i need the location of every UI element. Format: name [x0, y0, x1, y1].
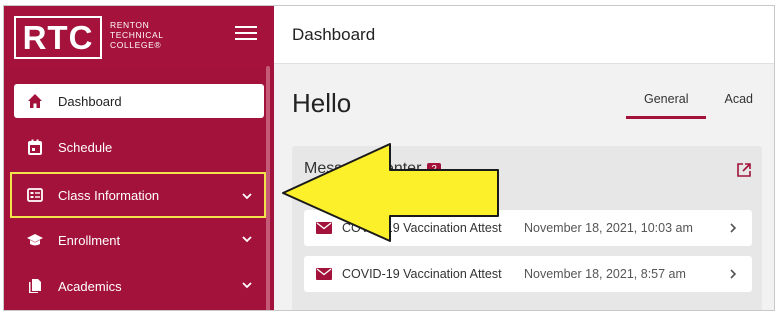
- external-link-icon[interactable]: [736, 162, 752, 178]
- greeting: Hello: [292, 88, 352, 118]
- app-window: RTC RENTON TECHNICAL COLLEGE® Dashboard …: [3, 5, 775, 311]
- envelope-icon: [316, 222, 332, 234]
- sidebar-item-enrollment[interactable]: Enrollment: [14, 223, 264, 257]
- message-center-card: Message Center 2 COVID-19 Vaccination At…: [292, 146, 762, 310]
- sidebar-item-label: Dashboard: [58, 93, 122, 109]
- tab-academics[interactable]: Acad: [724, 92, 753, 119]
- sidebar-item-academics[interactable]: Academics: [14, 269, 264, 303]
- message-center-header: Message Center 2: [304, 160, 441, 178]
- graduation-cap-icon: [26, 231, 44, 249]
- message-row[interactable]: COVID-19 Vaccination Attest November 18,…: [304, 210, 752, 246]
- sidebar-item-label: Enrollment: [58, 232, 121, 248]
- tab-general[interactable]: General: [626, 92, 707, 119]
- logo-text: RENTON TECHNICAL COLLEGE®: [110, 20, 164, 50]
- sidebar-item-dashboard[interactable]: Dashboard: [14, 84, 264, 118]
- logo-area: RTC RENTON TECHNICAL COLLEGE®: [4, 6, 274, 68]
- id-card-icon: [26, 186, 44, 204]
- calendar-icon: [26, 138, 44, 156]
- message-subject: COVID-19 Vaccination Attest: [342, 267, 502, 281]
- message-date: November 18, 2021, 10:03 am: [524, 221, 693, 235]
- message-subject: COVID-19 Vaccination Attest: [342, 221, 502, 235]
- message-date: November 18, 2021, 8:57 am: [524, 267, 686, 281]
- sidebar: RTC RENTON TECHNICAL COLLEGE® Dashboard …: [4, 6, 274, 310]
- tab-bar: General Acad: [626, 92, 753, 119]
- sidebar-item-class-information[interactable]: Class Information: [10, 172, 266, 218]
- logo-line-3: COLLEGE®: [110, 40, 162, 50]
- logo-line-1: RENTON: [110, 20, 150, 30]
- chevron-right-icon: [728, 222, 738, 234]
- sidebar-item-label: Class Information: [58, 187, 160, 203]
- hamburger-icon[interactable]: [235, 26, 257, 44]
- chevron-right-icon: [728, 268, 738, 280]
- sidebar-item-schedule[interactable]: Schedule: [14, 130, 264, 164]
- sidebar-item-label: Academics: [58, 278, 122, 294]
- main-content: Dashboard Hello General Acad Message Cen…: [274, 6, 774, 310]
- page-title: Dashboard: [292, 25, 376, 44]
- chevron-down-icon[interactable]: [240, 232, 254, 246]
- message-row[interactable]: COVID-19 Vaccination Attest November 18,…: [304, 256, 752, 292]
- sidebar-scrollbar[interactable]: [266, 66, 270, 310]
- unread-count-badge: 2: [427, 162, 441, 176]
- sidebar-item-label: Schedule: [58, 139, 113, 155]
- logo-mark: RTC: [14, 16, 102, 59]
- message-center-title: Message Center: [304, 160, 422, 177]
- document-icon: [26, 277, 44, 295]
- chevron-down-icon[interactable]: [240, 189, 254, 203]
- top-bar: Dashboard: [274, 6, 774, 64]
- envelope-icon: [316, 268, 332, 280]
- logo-line-2: TECHNICAL: [110, 30, 164, 40]
- home-icon: [26, 92, 44, 110]
- chevron-down-icon[interactable]: [240, 278, 254, 292]
